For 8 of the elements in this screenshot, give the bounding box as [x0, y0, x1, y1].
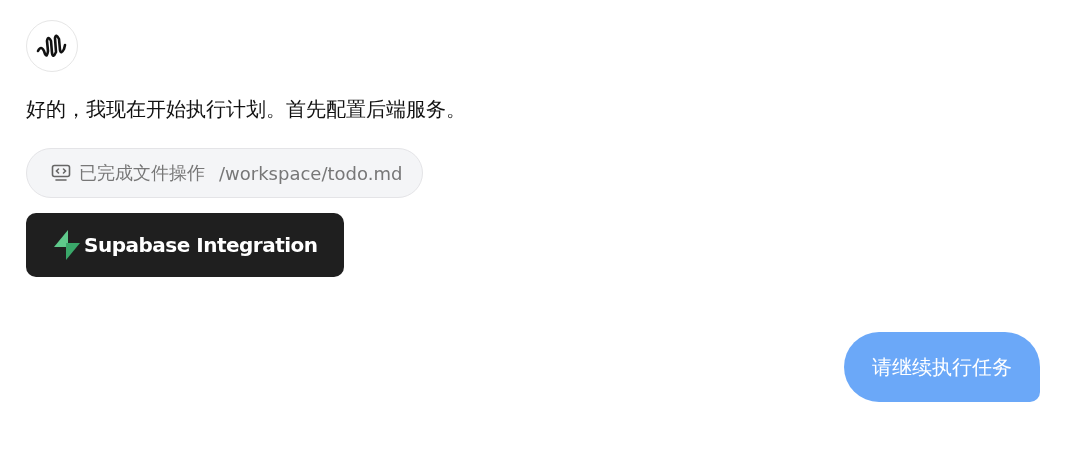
assistant-message: 好的，我现在开始执行计划。首先配置后端服务。: [26, 96, 466, 123]
user-message: 请继续执行任务: [844, 332, 1040, 402]
file-path: /workspace/todo.md: [219, 162, 403, 184]
file-operation-status: 已完成文件操作: [79, 161, 205, 185]
integration-button[interactable]: Supabase Integration: [26, 213, 344, 277]
lightning-bolt-icon: [52, 229, 82, 261]
monitor-icon: [51, 164, 71, 182]
file-operation-chip[interactable]: 已完成文件操作 /workspace/todo.md: [26, 148, 424, 198]
